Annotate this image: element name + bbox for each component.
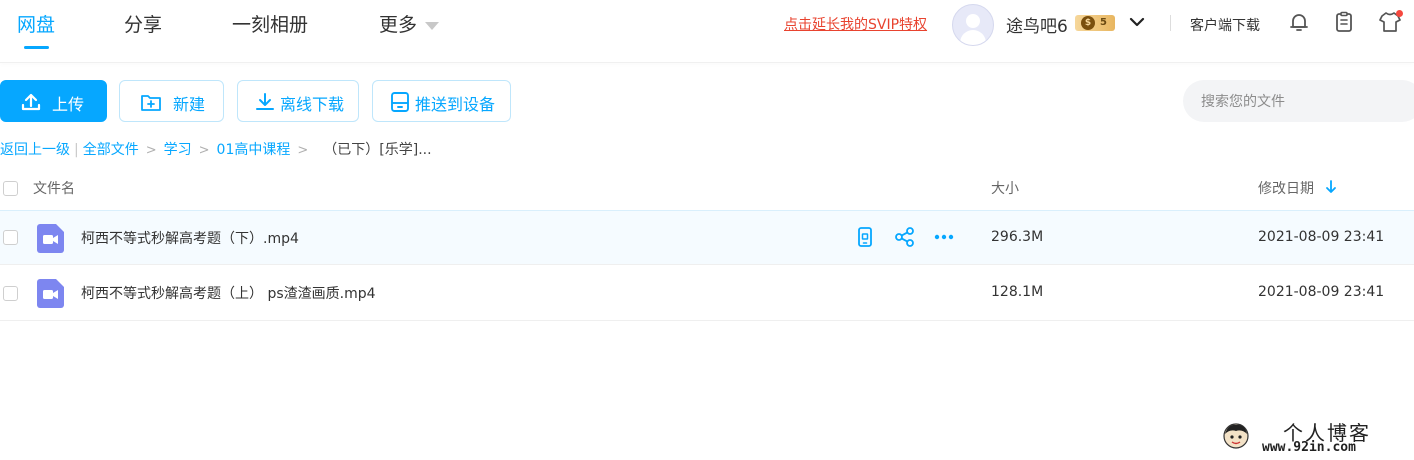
row-checkbox[interactable] xyxy=(3,230,18,245)
file-name[interactable]: 柯西不等式秒解高考题（上） ps渣渣画质.mp4 xyxy=(81,283,376,303)
upload-button[interactable]: 上传 xyxy=(0,80,107,122)
breadcrumb: 返回上一级 | 全部文件 > 学习 >01高中课程 > （已下）[乐学]... xyxy=(0,139,432,159)
bell-icon[interactable] xyxy=(1287,10,1311,34)
row-checkbox[interactable] xyxy=(3,286,18,301)
new-label: 新建 xyxy=(173,95,206,114)
svip-level: 5 xyxy=(1100,17,1107,28)
divider xyxy=(1170,15,1171,31)
breadcrumb-separator: | xyxy=(74,142,79,158)
clipboard-icon[interactable] xyxy=(1332,10,1356,34)
avatar[interactable] xyxy=(952,4,994,46)
push-to-device-button[interactable]: 推送到设备 xyxy=(372,80,511,122)
tab-more[interactable]: 更多 xyxy=(379,10,440,37)
sort-down-arrow-icon[interactable] xyxy=(1324,180,1338,194)
client-download-link[interactable]: 客户端下载 xyxy=(1190,15,1260,35)
svip-badge: $ 5 xyxy=(1075,15,1115,31)
breadcrumb-course[interactable]: 01高中课程 xyxy=(217,139,291,159)
breadcrumb-current: （已下）[乐学]... xyxy=(323,142,432,158)
back-link[interactable]: 返回上一级 xyxy=(0,139,70,159)
tab-more-label: 更多 xyxy=(379,14,418,36)
caret-down-icon xyxy=(425,21,440,30)
avatar-head xyxy=(966,14,980,28)
coin-icon: $ xyxy=(1081,16,1095,30)
file-name[interactable]: 柯西不等式秒解高考题（下）.mp4 xyxy=(81,228,299,248)
watermark-url: www.92in.com xyxy=(1262,440,1356,455)
video-file-icon xyxy=(37,224,64,253)
tab-share[interactable]: 分享 xyxy=(124,10,162,37)
tab-netdisk[interactable]: 网盘 xyxy=(17,10,55,37)
avatar-shoulders xyxy=(960,30,986,45)
download-icon xyxy=(256,93,274,110)
push-to-device-label: 推送到设备 xyxy=(415,95,496,114)
column-header-modified[interactable]: 修改日期 xyxy=(1258,178,1314,198)
file-size: 128.1M xyxy=(991,284,1044,300)
upload-label: 上传 xyxy=(52,95,85,114)
video-file-icon xyxy=(37,279,64,308)
more-icon[interactable] xyxy=(933,226,955,248)
username[interactable]: 途鸟吧6 xyxy=(1006,12,1068,37)
table-row[interactable]: 柯西不等式秒解高考题（上） ps渣渣画质.mp4 128.1M 2021-08-… xyxy=(0,266,1414,321)
share-icon[interactable] xyxy=(894,226,916,248)
table-row[interactable]: 柯西不等式秒解高考题（下）.mp4 296.3M 2021-08-09 23:4… xyxy=(0,210,1414,265)
top-bar: 网盘 分享 一刻相册 更多 点击延长我的SVIP特权 途鸟吧6 $ 5 客户端下… xyxy=(0,0,1414,63)
new-folder-icon xyxy=(141,95,161,111)
breadcrumb-arrow-icon: > xyxy=(145,143,157,158)
chevron-down-icon[interactable] xyxy=(1128,13,1146,31)
search-input[interactable] xyxy=(1199,90,1403,114)
file-modified-date: 2021-08-09 23:41 xyxy=(1258,284,1385,300)
offline-download-label: 离线下载 xyxy=(280,95,345,114)
select-all-checkbox[interactable] xyxy=(3,181,18,196)
device-icon xyxy=(391,92,409,112)
breadcrumb-arrow-icon: > xyxy=(297,143,309,158)
file-size: 296.3M xyxy=(991,229,1044,245)
search-box xyxy=(1183,80,1414,122)
tab-yike-album[interactable]: 一刻相册 xyxy=(232,10,308,37)
phone-icon[interactable] xyxy=(854,226,876,248)
breadcrumb-arrow-icon: > xyxy=(198,143,210,158)
offline-download-button[interactable]: 离线下载 xyxy=(237,80,359,122)
breadcrumb-study[interactable]: 学习 xyxy=(164,139,192,159)
svip-promo-link[interactable]: 点击延长我的SVIP特权 xyxy=(784,14,927,34)
new-button[interactable]: 新建 xyxy=(119,80,224,122)
column-header-name[interactable]: 文件名 xyxy=(33,178,75,198)
notification-dot xyxy=(1396,10,1403,17)
breadcrumb-all-files[interactable]: 全部文件 xyxy=(83,139,139,159)
column-header-size[interactable]: 大小 xyxy=(991,178,1019,198)
file-modified-date: 2021-08-09 23:41 xyxy=(1258,229,1385,245)
upload-icon xyxy=(21,93,41,111)
active-tab-indicator xyxy=(24,46,49,49)
watermark-logo-icon xyxy=(1223,423,1249,449)
